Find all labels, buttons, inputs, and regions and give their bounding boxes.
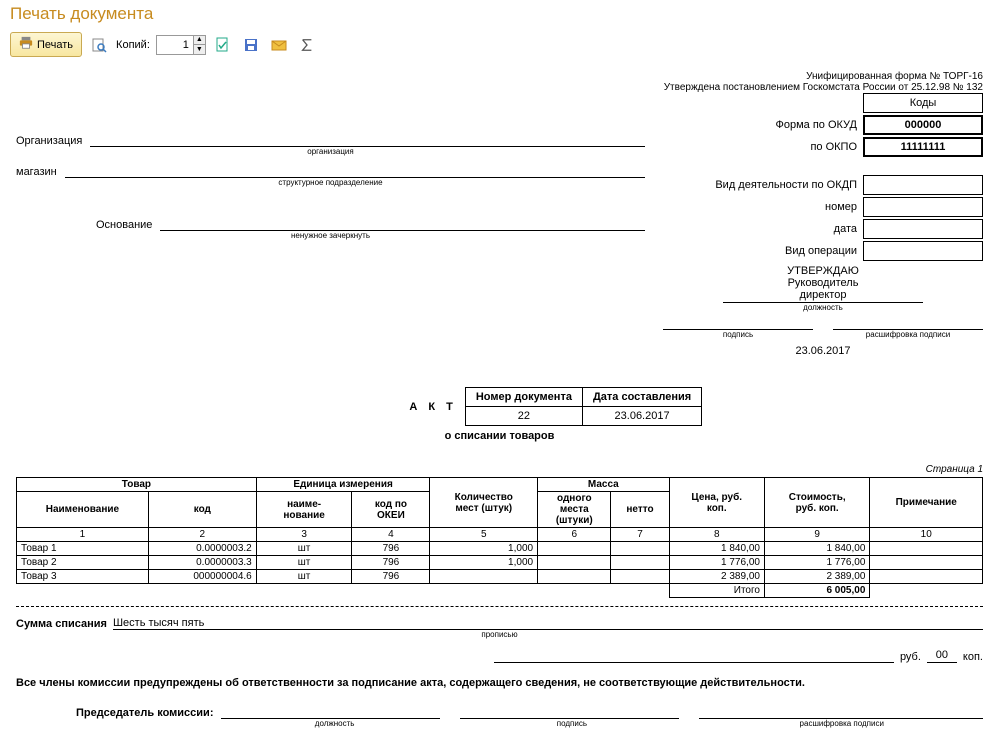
okud-value: 000000 [863,115,983,135]
org-value [90,133,645,147]
window-header: Печать документа [0,0,999,28]
sum-line: Сумма списания Шесть тысяч пять [16,617,983,630]
approve-block: УТВЕРЖДАЮ Руководитель директор должност… [663,265,983,357]
okdp-value [863,175,983,195]
shop-label: магазин [16,166,57,178]
copies-label: Копий: [116,39,150,51]
reason-label: Основание [96,219,152,231]
document-body: Унифицированная форма № ТОРГ-16 Утвержде… [0,61,999,738]
reason-value [160,217,645,231]
declaration: Все члены комиссии предупреждены об отве… [16,677,983,689]
page-label: Страница 1 [16,464,983,475]
save-icon[interactable] [240,34,262,56]
preview-icon[interactable] [88,34,110,56]
table-row: Товар 10.0000003.2шт7961,0001 840,001 84… [17,542,983,556]
page-title: Печать документа [10,4,989,24]
optype-value [863,241,983,261]
print-label: Печать [37,39,73,51]
mail-icon[interactable] [268,34,290,56]
sigma-icon[interactable] [296,34,318,56]
act-meta-table: Номер документаДата составления 2223.06.… [465,387,702,426]
main-table: Товар Единица измерения Количество мест … [16,477,983,598]
table-row: Товар 20.0000003.3шт7961,0001 776,001 77… [17,556,983,570]
toolbar: Печать Копий: ▲ ▼ [0,28,999,61]
spin-down-icon[interactable]: ▼ [193,45,205,54]
codes-header: Коды [863,93,983,113]
date-value [863,219,983,239]
sheet-check-icon[interactable] [212,34,234,56]
copies-input[interactable] [157,37,193,53]
shop-value [65,164,645,178]
print-button[interactable]: Печать [10,32,82,57]
spin-up-icon[interactable]: ▲ [193,36,205,45]
separator [16,606,983,607]
form-meta: Унифицированная форма № ТОРГ-16 Утвержде… [16,71,983,93]
org-label: Организация [16,135,82,147]
okpo-value: 11111111 [863,137,983,157]
printer-icon [19,36,33,53]
table-row: Товар 3000000004.6шт7962 389,002 389,00 [17,570,983,584]
act-header: А К Т Номер документаДата составления 22… [16,387,983,426]
copies-stepper[interactable]: ▲ ▼ [156,35,206,55]
number-value [863,197,983,217]
